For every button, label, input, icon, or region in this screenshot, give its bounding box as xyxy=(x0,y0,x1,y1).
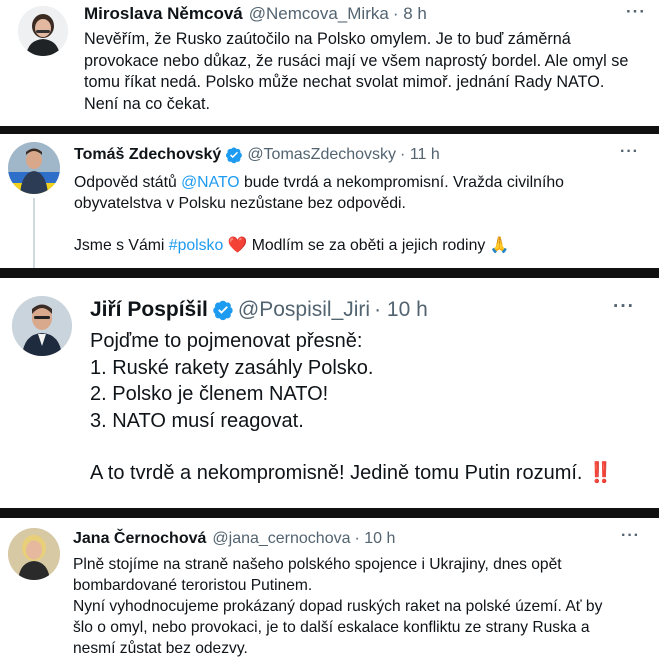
tweet-time[interactable]: · 11 h xyxy=(400,146,440,164)
text-segment: bude tvrdá a nekompromisní. Vražda civil… xyxy=(239,174,564,191)
text-segment: Odpověd států xyxy=(74,174,182,191)
tweet-cernochova[interactable]: Jana Černochová @jana_cernochova · 10 h … xyxy=(0,518,659,664)
tweet-time[interactable]: · 8 h xyxy=(393,4,427,24)
tweet-text-line: šlo o omyl, nebo provokaci, je to další … xyxy=(73,619,590,636)
tweet-text-line: obyvatelstva v Polsku nezůstane bez odpo… xyxy=(74,195,406,212)
more-options-icon[interactable]: ··· xyxy=(626,2,646,22)
mention-link[interactable]: @NATO xyxy=(181,174,239,191)
tweet-text: Plně stojíme na straně našeho polského s… xyxy=(73,554,602,659)
author-name[interactable]: Jiří Pospíšil xyxy=(90,298,208,322)
tweet-text: Odpověd států @NATO bude tvrdá a nekompr… xyxy=(74,172,564,256)
heart-emoji-icon: ❤️ xyxy=(227,237,248,254)
tweet-text-line: 2. Polsko je členem NATO! xyxy=(90,383,329,405)
avatar[interactable] xyxy=(12,296,72,356)
verified-badge-icon xyxy=(213,300,233,321)
tweet-text-line: provokace nebo důkaz, že rusáci mají ve … xyxy=(84,51,629,70)
thread-connector-line xyxy=(33,198,35,268)
text-segment: Jsme s Vámi xyxy=(74,237,169,254)
author-name[interactable]: Miroslava Němcová xyxy=(84,4,243,24)
verified-badge-icon xyxy=(226,147,243,164)
tweet-text-line: Jsme s Vámi #polsko ❤️ Modlím se za obět… xyxy=(74,235,564,256)
text-segment: Modlím se za oběti a jejich rodiny xyxy=(247,237,490,254)
praying-hands-emoji-icon: 🙏 xyxy=(489,237,510,254)
tweet-text-line: Plně stojíme na straně našeho polského s… xyxy=(73,556,562,573)
author-handle[interactable]: @Pospisil_Jiri xyxy=(238,298,370,322)
tweet-zdechovsky[interactable]: Tomáš Zdechovský @TomasZdechovsky · 11 h… xyxy=(0,134,659,268)
author-name[interactable]: Jana Černochová xyxy=(73,530,206,548)
hashtag-link[interactable]: #polsko xyxy=(169,237,223,254)
more-options-icon[interactable]: ··· xyxy=(613,296,635,318)
author-handle[interactable]: @TomasZdechovsky xyxy=(247,146,396,164)
tweet-text: Nevěřím, že Rusko zaútočilo na Polsko om… xyxy=(84,29,628,115)
tweet-pospisil[interactable]: Jiří Pospíšil @Pospisil_Jiri · 10 h ··· … xyxy=(0,278,659,508)
tweet-text-line: 1. Ruské rakety zasáhly Polsko. xyxy=(90,356,374,379)
tweet-text-line: A to tvrdě a nekompromisně! Jedině tomu … xyxy=(90,460,613,487)
more-options-icon[interactable]: ··· xyxy=(621,527,640,545)
author-handle[interactable]: @jana_cernochova xyxy=(212,530,350,548)
text-segment: A to tvrdě a nekompromisně! Jedině tomu … xyxy=(90,462,583,484)
tweet-text-line: Není na co čekat. xyxy=(84,94,210,113)
tweet-text-line: Nevěřím, že Rusko zaútočilo na Polsko om… xyxy=(84,30,571,48)
tweet-text-line: Nyní vyhodnocujeme prokázaný dopad ruský… xyxy=(73,598,603,615)
tweet-text: Pojďme to pojmenovat přesně: 1. Ruské ra… xyxy=(90,328,613,487)
tweet-text-line: 3. NATO musí reagovat. xyxy=(90,409,304,432)
screenshot-divider xyxy=(0,126,659,134)
author-handle[interactable]: @Nemcova_Mirka xyxy=(249,4,389,24)
avatar[interactable] xyxy=(18,6,68,56)
tweet-text-line: nesmí zůstat bez odezvy. xyxy=(73,640,248,657)
double-exclamation-emoji-icon: ‼️ xyxy=(588,462,613,484)
screenshot-divider xyxy=(0,268,659,278)
avatar[interactable] xyxy=(8,528,60,580)
tweet-text-line: bombardované teroristou Putinem. xyxy=(73,577,313,594)
tweet-time[interactable]: · 10 h xyxy=(374,298,428,322)
tweet-text-line: Pojďme to pojmenovat přesně: xyxy=(90,330,363,352)
tweet-text-line: Odpověd států @NATO bude tvrdá a nekompr… xyxy=(74,172,564,193)
tweet-text-line: tomu říkat nedá. Polsko může nechat svol… xyxy=(84,73,605,91)
more-options-icon[interactable]: ··· xyxy=(620,143,639,161)
author-name[interactable]: Tomáš Zdechovský xyxy=(74,146,221,164)
tweet-nemcova[interactable]: Miroslava Němcová @Nemcova_Mirka · 8 h ·… xyxy=(0,0,659,126)
tweet-time[interactable]: · 10 h xyxy=(355,530,396,548)
avatar[interactable] xyxy=(8,142,60,194)
screenshot-divider xyxy=(0,508,659,518)
